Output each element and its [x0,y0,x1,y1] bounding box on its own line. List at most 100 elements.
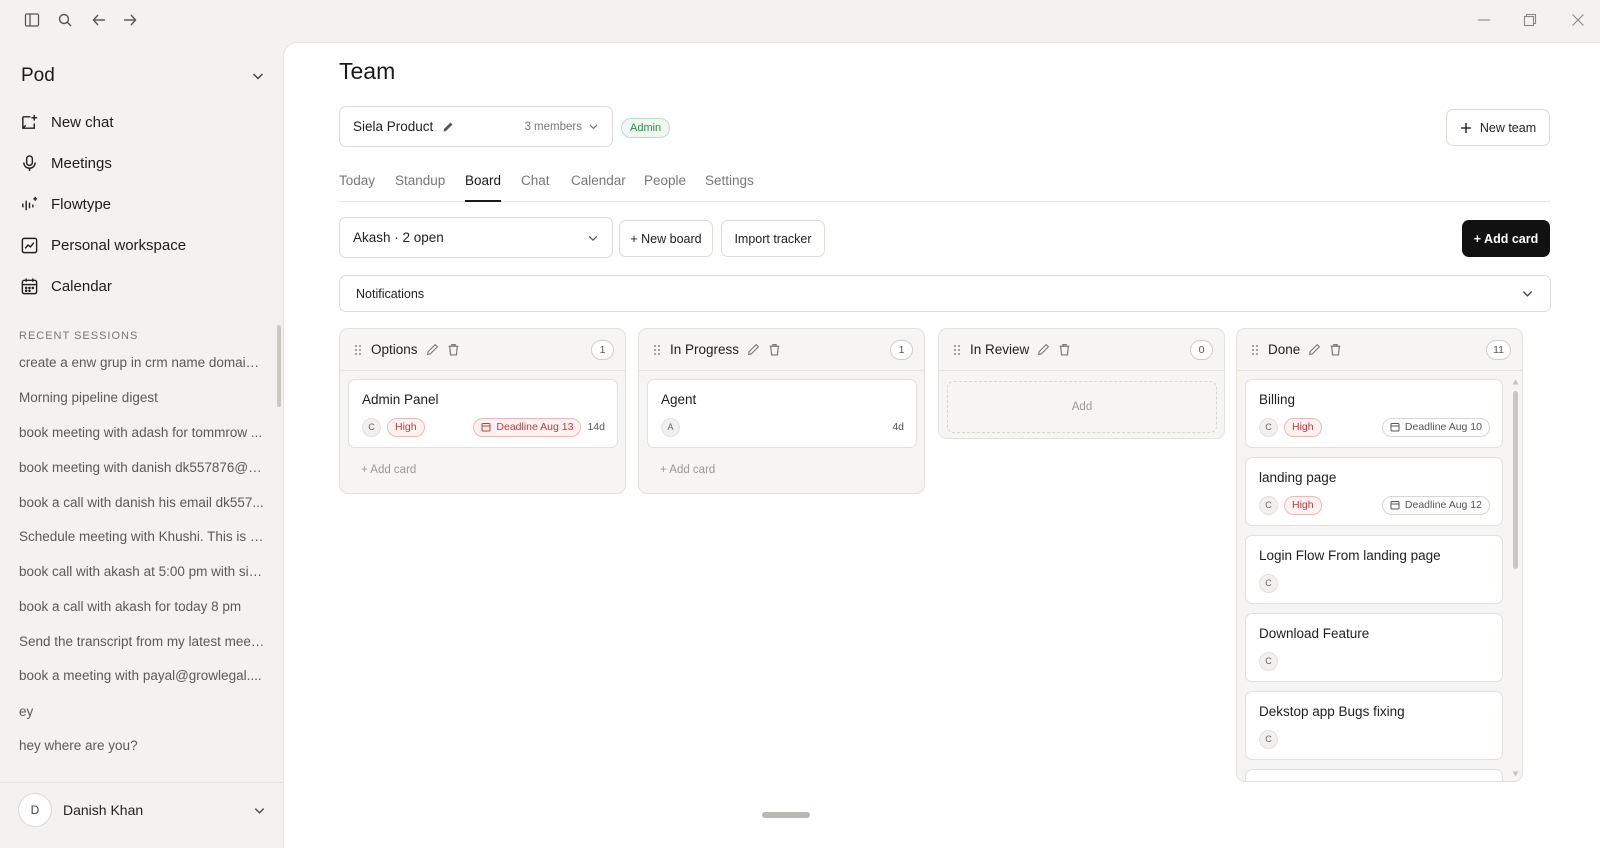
trash-icon[interactable] [1329,343,1342,356]
nav-personal-workspace[interactable]: Personal workspace [20,229,266,261]
column-options: Options 1 Admin Panel C High Deadline Au… [339,328,626,494]
session-item[interactable]: book meeting with danish dk557876@g... [19,460,265,475]
waveform-sparkle-icon [22,196,38,210]
task-card[interactable]: landing page C High Deadline Aug 12 [1245,457,1503,526]
forward-arrow-icon[interactable] [118,8,142,32]
tab-calendar[interactable]: Calendar [571,173,626,202]
pencil-icon[interactable] [426,343,439,356]
drop-zone-add[interactable]: Add [947,381,1217,433]
new-team-button[interactable]: New team [1446,109,1550,146]
sidebar-scrollbar[interactable] [277,325,281,407]
column-count: 0 [1190,339,1213,360]
chart-square-icon [21,237,38,253]
tab-board[interactable]: Board [465,173,502,202]
horizontal-scroll-handle[interactable] [762,812,810,818]
minimize-icon[interactable] [1472,8,1496,32]
add-card-button[interactable]: + Add card [1462,220,1550,257]
tab-chat[interactable]: Chat [521,173,550,202]
sidebar-toggle-icon[interactable] [20,8,44,32]
deadline-badge: Deadline Aug 13 [473,417,582,437]
session-item[interactable]: ey [19,704,265,719]
task-card[interactable]: Admin Panel C High Deadline Aug 13 14d [348,379,618,448]
import-tracker-button[interactable]: Import tracker [721,220,825,257]
column-header: Options 1 [340,329,625,371]
team-members: 3 members [524,121,599,133]
trash-icon[interactable] [768,343,781,356]
priority-badge: High [387,417,425,437]
task-card-partial[interactable] [1245,769,1503,781]
card-meta: C High Deadline Aug 12 [1259,495,1490,515]
calendar-icon [1390,423,1400,432]
nav-meetings[interactable]: Meetings [20,147,266,179]
task-card[interactable]: Login Flow From landing page C [1245,535,1503,604]
tab-settings[interactable]: Settings [705,173,754,202]
trash-icon[interactable] [447,343,460,356]
notifications-panel[interactable]: Notifications [339,275,1551,312]
task-card[interactable]: Dekstop app Bugs fixing C [1245,691,1503,760]
session-item[interactable]: create a enw grup in crm name domain ... [19,355,265,370]
task-card[interactable]: Billing C High Deadline Aug 10 [1245,379,1503,448]
tab-standup[interactable]: Standup [395,173,445,202]
nav-flowtype[interactable]: Flowtype [20,188,266,220]
assignee-avatar: C [1259,729,1278,749]
column-title: Done [1268,342,1301,357]
column-scrollbar[interactable] [1512,379,1519,777]
session-item[interactable]: book a call with danish his email dk557.… [19,495,265,510]
card-title: Agent [661,392,697,407]
search-icon[interactable] [53,8,77,32]
column-header: In Review 0 [939,329,1224,371]
drag-handle-icon[interactable] [652,344,662,356]
task-card[interactable]: Agent A 4d [647,379,917,448]
session-item[interactable]: book meeting with adash for tommrow ... [19,425,265,440]
drag-handle-icon[interactable] [353,344,363,356]
back-arrow-icon[interactable] [87,8,111,32]
scroll-up-arrow-icon[interactable] [1512,379,1519,385]
board-selector[interactable]: Akash · 2 open [339,217,613,258]
days-remaining: 4d [892,421,904,433]
session-item[interactable]: book call with akash at 5:00 pm with sie… [19,564,265,579]
pencil-icon[interactable] [1037,343,1050,356]
pencil-icon[interactable] [442,121,454,133]
session-item[interactable]: Send the transcript from my latest meet.… [19,634,265,649]
chevron-down-icon [1522,291,1533,297]
notifications-label: Notifications [356,286,425,301]
nav-calendar[interactable]: Calendar [20,270,266,302]
assignee-avatar: C [1259,573,1278,593]
drag-handle-icon[interactable] [1250,344,1260,356]
assignee-avatar: C [362,417,381,437]
trash-icon[interactable] [1058,343,1071,356]
deadline-badge: Deadline Aug 10 [1381,417,1490,437]
scrollbar-thumb[interactable] [1513,391,1518,569]
add-card-link[interactable]: + Add card [361,464,416,476]
new-board-button[interactable]: + New board [619,220,713,257]
team-selector[interactable]: Siela Product 3 members [339,106,613,147]
user-menu[interactable]: D Danish Khan [18,792,266,828]
card-title: Download Feature [1259,626,1370,641]
task-card[interactable]: Download Feature C [1245,613,1503,682]
pencil-icon[interactable] [1308,343,1321,356]
session-item[interactable]: Morning pipeline digest [19,390,265,405]
restore-icon[interactable] [1518,8,1542,32]
workspace-switcher[interactable]: Pod [21,62,265,90]
add-card-link[interactable]: + Add card [660,464,715,476]
tab-people[interactable]: People [644,173,686,202]
deadline-text: Deadline Aug 13 [496,421,574,433]
pencil-icon[interactable] [747,343,760,356]
card-title: landing page [1259,470,1337,485]
close-icon[interactable] [1566,8,1590,32]
session-item[interactable]: book a call with akash for today 8 pm [19,599,265,614]
nav-new-chat[interactable]: New chat [20,106,266,138]
assignee-avatar: C [1259,417,1278,437]
card-meta: A 4d [661,417,904,437]
tab-today[interactable]: Today [339,173,375,202]
priority-badge: High [1284,417,1322,437]
session-item[interactable]: Schedule meeting with Khushi. This is h.… [19,529,265,544]
column-done: Done 11 Billing C High Deadline Aug 10 l… [1236,328,1523,782]
session-item[interactable]: book a meeting with payal@growlegal.... [19,668,265,683]
drag-handle-icon[interactable] [952,344,962,356]
session-item[interactable]: hey where are you? [19,738,265,753]
tab-bar: Today Standup Board Chat Calendar People… [339,173,1551,202]
team-name: Siela Product [353,119,434,134]
calendar-icon [481,423,491,432]
scroll-down-arrow-icon[interactable] [1512,771,1519,777]
